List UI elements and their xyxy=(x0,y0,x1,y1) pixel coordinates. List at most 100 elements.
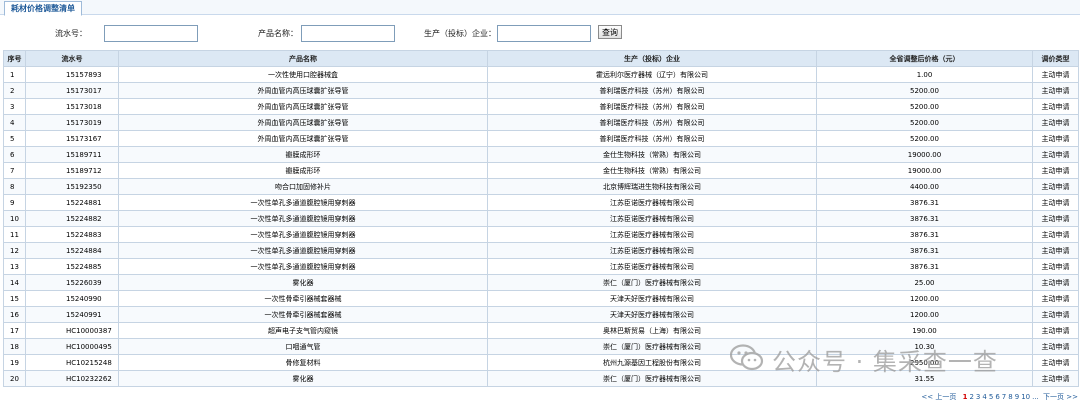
search-bar: 流水号： 产品名称： 生产（投标）企业： 查询 xyxy=(0,23,1080,43)
cell-adjust-type: 主动申请 xyxy=(1032,370,1079,387)
table-row: 9 15224881 一次性单孔多通道腹腔镜用穿刺器 江苏臣诺医疗器械有限公司 3876… xyxy=(3,194,1079,211)
cell-serial: HC10000387 xyxy=(25,322,119,339)
query-button[interactable]: 查询 xyxy=(598,25,622,39)
table-header-row: 序号 流水号 产品名称 生产（投标）企业 全省调整后价格（元） 调价类型 xyxy=(3,50,1079,67)
page-link[interactable]: 4 xyxy=(982,393,986,401)
page-link[interactable]: 1 xyxy=(963,393,968,401)
table-row: 4 15173019 外周血管内高压球囊扩张导管 普利瑞医疗科技（苏州）有限公司 520… xyxy=(3,114,1079,131)
pagination: << 上一页 1 2 3 4 5 6 7 8 9 10... 下一页 >> xyxy=(919,392,1078,402)
cell-adjust-type: 主动申请 xyxy=(1032,258,1079,275)
cell-adjust-type: 主动申请 xyxy=(1032,130,1079,147)
cell-price: 19000.00 xyxy=(816,146,1033,163)
cell-price: 5200.00 xyxy=(816,130,1033,147)
cell-index: 6 xyxy=(3,146,26,163)
cell-serial: 15157893 xyxy=(25,66,119,83)
serial-input[interactable] xyxy=(104,25,198,42)
cell-price: 5200.00 xyxy=(816,98,1033,115)
tab-price-adjustment-list[interactable]: 耗材价格调整清单 xyxy=(4,1,82,16)
table-row: 3 15173018 外周血管内高压球囊扩张导管 普利瑞医疗科技（苏州）有限公司 520… xyxy=(3,98,1079,115)
cell-serial: HC10215248 xyxy=(25,354,119,371)
cell-company: 江苏臣诺医疗器械有限公司 xyxy=(487,258,817,275)
cell-product-name: 雾化器 xyxy=(118,274,488,291)
page-link[interactable]: 8 xyxy=(1008,393,1012,401)
cell-product-name: 一次性骨牵引器械套器械 xyxy=(118,306,488,323)
table-row: 6 15189711 瓣膜成形环 金仕生物科技（常熟）有限公司 19000.00 主动申请 xyxy=(3,146,1079,163)
col-header-company: 生产（投标）企业 xyxy=(487,50,817,67)
cell-adjust-type: 主动申请 xyxy=(1032,274,1079,291)
cell-adjust-type: 主动申请 xyxy=(1032,290,1079,307)
table-row: 14 15226039 雾化器 崇仁（厦门）医疗器械有限公司 25.00 主动申请 xyxy=(3,274,1079,291)
cell-product-name: 超声电子支气管内窥镜 xyxy=(118,322,488,339)
cell-price: 1200.00 xyxy=(816,290,1033,307)
cell-company: 普利瑞医疗科技（苏州）有限公司 xyxy=(487,114,817,131)
cell-product-name: 一次性单孔多通道腹腔镜用穿刺器 xyxy=(118,210,488,227)
cell-index: 3 xyxy=(3,98,26,115)
cell-company: 江苏臣诺医疗器械有限公司 xyxy=(487,210,817,227)
page-link[interactable]: 2 xyxy=(969,393,973,401)
cell-serial: 15189712 xyxy=(25,162,119,179)
next-page-link[interactable]: 下一页 >> xyxy=(1043,393,1078,401)
cell-product-name: 一次性单孔多通道腹腔镜用穿刺器 xyxy=(118,258,488,275)
table-row: 1 15157893 一次性使用口腔器械盒 霍远利尔医疗器械（辽宁）有限公司 1.00 主… xyxy=(3,66,1079,83)
cell-product-name: 外周血管内高压球囊扩张导管 xyxy=(118,82,488,99)
col-header-product-name: 产品名称 xyxy=(118,50,488,67)
cell-price: 19000.00 xyxy=(816,162,1033,179)
cell-index: 19 xyxy=(3,354,26,371)
table-row: 5 15173167 外周血管内高压球囊扩张导管 普利瑞医疗科技（苏州）有限公司 520… xyxy=(3,130,1079,147)
col-header-adjust-type: 调价类型 xyxy=(1032,50,1079,67)
table-row: 11 15224883 一次性单孔多通道腹腔镜用穿刺器 江苏臣诺医疗器械有限公司 387… xyxy=(3,226,1079,243)
cell-adjust-type: 主动申请 xyxy=(1032,210,1079,227)
table-row: 7 15189712 瓣膜成形环 金仕生物科技（常熟）有限公司 19000.00 主动申请 xyxy=(3,162,1079,179)
page-link[interactable]: 3 xyxy=(976,393,980,401)
table-row: 15 15240990 一次性骨牵引器械套器械 天津天好医疗器械有限公司 1200.00… xyxy=(3,290,1079,307)
cell-serial: 15173018 xyxy=(25,98,119,115)
cell-serial: HC10232262 xyxy=(25,370,119,387)
cell-price: 4400.00 xyxy=(816,178,1033,195)
cell-product-name: 外周血管内高压球囊扩张导管 xyxy=(118,98,488,115)
table-row: 13 15224885 一次性单孔多通道腹腔镜用穿刺器 江苏臣诺医疗器械有限公司 387… xyxy=(3,258,1079,275)
cell-company: 天津天好医疗器械有限公司 xyxy=(487,306,817,323)
cell-price: 5200.00 xyxy=(816,82,1033,99)
cell-serial: 15173167 xyxy=(25,130,119,147)
company-input[interactable] xyxy=(497,25,591,42)
cell-company: 奥林巴斯贸易（上海）有限公司 xyxy=(487,322,817,339)
cell-adjust-type: 主动申请 xyxy=(1032,66,1079,83)
page-link[interactable]: 7 xyxy=(1002,393,1006,401)
cell-serial: 15224884 xyxy=(25,242,119,259)
cell-index: 20 xyxy=(3,370,26,387)
cell-company: 金仕生物科技（常熟）有限公司 xyxy=(487,146,817,163)
cell-adjust-type: 主动申请 xyxy=(1032,194,1079,211)
cell-adjust-type: 主动申请 xyxy=(1032,82,1079,99)
cell-product-name: 一次性单孔多通道腹腔镜用穿刺器 xyxy=(118,194,488,211)
cell-serial: HC10000495 xyxy=(25,338,119,355)
cell-product-name: 一次性单孔多通道腹腔镜用穿刺器 xyxy=(118,242,488,259)
cell-product-name: 一次性使用口腔器械盒 xyxy=(118,66,488,83)
page-link[interactable]: 6 xyxy=(995,393,999,401)
page-link[interactable]: ... xyxy=(1032,393,1039,401)
page-link[interactable]: 9 xyxy=(1015,393,1019,401)
cell-price: 3876.31 xyxy=(816,210,1033,227)
page-link[interactable]: 5 xyxy=(989,393,993,401)
prev-page-link[interactable]: << 上一页 xyxy=(921,393,956,401)
cell-adjust-type: 主动申请 xyxy=(1032,226,1079,243)
product-name-label: 产品名称： xyxy=(258,29,298,38)
cell-serial: 15173017 xyxy=(25,82,119,99)
cell-price: 1.00 xyxy=(816,66,1033,83)
cell-company: 江苏臣诺医疗器械有限公司 xyxy=(487,194,817,211)
table-row: 17 HC10000387 超声电子支气管内窥镜 奥林巴斯贸易（上海）有限公司 190.… xyxy=(3,322,1079,339)
cell-company: 崇仁（厦门）医疗器械有限公司 xyxy=(487,274,817,291)
cell-product-name: 一次性单孔多通道腹腔镜用穿刺器 xyxy=(118,226,488,243)
cell-serial: 15224883 xyxy=(25,226,119,243)
cell-adjust-type: 主动申请 xyxy=(1032,162,1079,179)
cell-company: 崇仁（厦门）医疗器械有限公司 xyxy=(487,370,817,387)
cell-serial: 15224881 xyxy=(25,194,119,211)
cell-serial: 15240990 xyxy=(25,290,119,307)
product-name-input[interactable] xyxy=(301,25,395,42)
watermark-text: 公众号 · 集采查一查 xyxy=(772,348,998,376)
page-link[interactable]: 10 xyxy=(1021,393,1030,401)
cell-company: 江苏臣诺医疗器械有限公司 xyxy=(487,226,817,243)
cell-serial: 15224882 xyxy=(25,210,119,227)
cell-index: 14 xyxy=(3,274,26,291)
cell-company: 金仕生物科技（常熟）有限公司 xyxy=(487,162,817,179)
cell-product-name: 骨修复材料 xyxy=(118,354,488,371)
